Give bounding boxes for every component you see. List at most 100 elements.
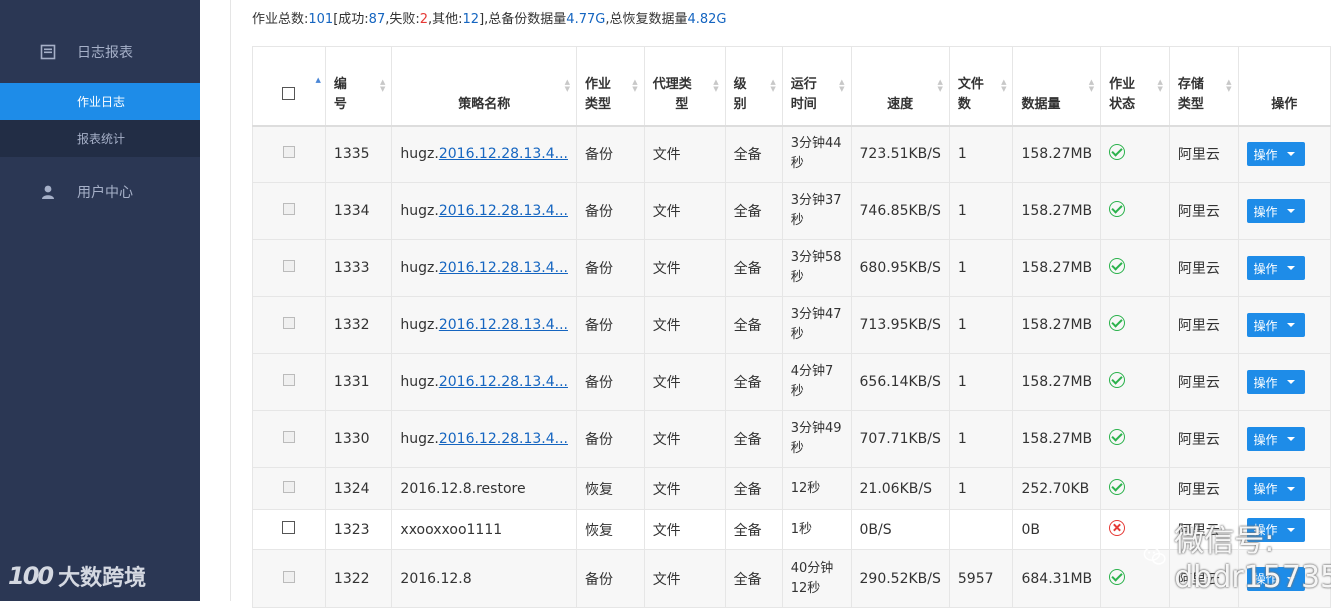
- row-checkbox[interactable]: [282, 203, 295, 215]
- policy-link[interactable]: 2016.12.28.13.4...: [439, 374, 568, 390]
- cell-level: 全备: [724, 467, 783, 510]
- policy-link[interactable]: 2016.12.28.13.4...: [439, 317, 568, 333]
- sort-icon[interactable]: ▲ ▼: [565, 79, 570, 93]
- cell-storage-type: 阿里云: [1168, 125, 1239, 183]
- cell-select[interactable]: [252, 125, 326, 183]
- action-dropdown-button[interactable]: 操作: [1246, 476, 1305, 501]
- caret-down-icon: [1286, 323, 1295, 327]
- policy-name: 2016.12.8.restore: [400, 480, 526, 497]
- sidebar-item-report-stats[interactable]: 报表统计: [0, 120, 200, 157]
- cell-select[interactable]: [252, 467, 326, 510]
- sort-icon[interactable]: ▲ ▼: [839, 79, 844, 93]
- action-dropdown-button[interactable]: 操作: [1246, 370, 1305, 394]
- policy-link[interactable]: 2016.12.28.13.4...: [439, 431, 568, 447]
- brand-logo-mark: 100: [8, 562, 54, 590]
- cell-job-type: 恢复: [575, 509, 645, 550]
- row-checkbox[interactable]: [282, 374, 295, 386]
- success-check-icon: [1109, 478, 1126, 495]
- row-checkbox[interactable]: [282, 317, 295, 329]
- action-dropdown-button[interactable]: 操作: [1246, 517, 1305, 542]
- cell-id: 1324: [324, 467, 393, 510]
- cell-policy-name: 2016.12.8: [391, 549, 577, 608]
- cell-job-type: 备份: [575, 182, 645, 240]
- cell-storage-type: 阿里云: [1168, 353, 1239, 411]
- summary-other: 12: [462, 12, 480, 27]
- action-dropdown-button[interactable]: 操作: [1246, 256, 1305, 280]
- cell-id: 1323: [324, 509, 393, 550]
- sort-icon[interactable]: ▲ ▼: [713, 79, 718, 93]
- nav-log-reports[interactable]: 日志报表: [0, 30, 200, 74]
- cell-agent-type: 文件: [643, 509, 726, 550]
- row-checkbox[interactable]: [282, 521, 296, 534]
- action-button-label: 操作: [1253, 147, 1278, 162]
- sort-icon[interactable]: ▲: [316, 77, 321, 84]
- sidebar-item-job-log[interactable]: 作业日志: [0, 83, 200, 120]
- policy-link[interactable]: 2016.12.28.13.4...: [439, 146, 568, 162]
- sort-icon[interactable]: ▲ ▼: [380, 79, 385, 93]
- header-id[interactable]: 编号 ▲ ▼: [324, 46, 393, 126]
- cell-level: 全备: [724, 410, 783, 468]
- policy-link[interactable]: 2016.12.28.13.4...: [439, 260, 568, 276]
- header-data-size[interactable]: 数据量 ▲ ▼: [1012, 46, 1102, 126]
- cell-speed: 656.14KB/S: [850, 353, 950, 411]
- cell-status: [1100, 125, 1170, 183]
- sort-icon[interactable]: ▲ ▼: [770, 79, 775, 93]
- row-checkbox[interactable]: [282, 146, 295, 159]
- header-job-type[interactable]: 作业 类型 ▲ ▼: [575, 46, 645, 126]
- cell-select[interactable]: [252, 410, 326, 468]
- summary-success: 87: [368, 12, 386, 27]
- sort-icon[interactable]: ▲ ▼: [1089, 79, 1094, 93]
- cell-data-size: 158.27MB: [1012, 353, 1102, 411]
- sort-icon[interactable]: ▲ ▼: [632, 79, 637, 93]
- header-speed[interactable]: 速度 ▲ ▼: [850, 46, 950, 126]
- row-checkbox[interactable]: [282, 260, 295, 272]
- policy-link[interactable]: 2016.12.28.13.4...: [439, 203, 568, 219]
- cell-storage-type: 阿里云: [1168, 239, 1239, 297]
- sort-icon[interactable]: ▲ ▼: [937, 79, 942, 93]
- action-dropdown-button[interactable]: 操作: [1246, 427, 1305, 451]
- cell-select[interactable]: [252, 549, 326, 608]
- header-agent-type[interactable]: 代理类 型 ▲ ▼: [643, 46, 726, 126]
- select-all-checkbox[interactable]: [282, 86, 296, 100]
- nav-log-reports-label: 日志报表: [77, 45, 133, 61]
- cell-run-time-part: 1秒: [790, 521, 813, 537]
- cell-status: [1100, 296, 1170, 354]
- header-run-time[interactable]: 运行 时间 ▲ ▼: [781, 46, 852, 126]
- header-file-count[interactable]: 文件数 ▲ ▼: [948, 46, 1014, 126]
- nav-user-center[interactable]: 用户中心: [0, 170, 200, 214]
- cell-policy-name: hugz.2016.12.28.13.4...: [391, 239, 577, 297]
- action-dropdown-button[interactable]: 操作: [1246, 566, 1305, 591]
- row-checkbox[interactable]: [282, 431, 295, 443]
- cell-select[interactable]: [252, 353, 326, 411]
- cell-select[interactable]: [252, 239, 326, 297]
- sort-icon[interactable]: ▲ ▼: [1158, 79, 1163, 93]
- cell-run-time: 4分钟7 秒: [781, 353, 852, 411]
- cell-job-type: 备份: [575, 296, 645, 354]
- cell-storage-type: 阿里云: [1168, 509, 1239, 550]
- cell-action: 操作: [1237, 509, 1331, 550]
- header-level[interactable]: 级别 ▲ ▼: [724, 46, 783, 126]
- cell-select[interactable]: [252, 296, 326, 354]
- cell-level: 全备: [724, 125, 783, 183]
- action-dropdown-button[interactable]: 操作: [1246, 142, 1305, 167]
- summary-total-label: 作业总数:: [252, 12, 309, 27]
- row-checkbox[interactable]: [282, 570, 295, 583]
- header-select-all[interactable]: ▲: [252, 46, 326, 126]
- sort-icon[interactable]: ▲ ▼: [1226, 79, 1231, 93]
- header-storage-type[interactable]: 存储 类型 ▲ ▼: [1168, 46, 1239, 126]
- action-dropdown-button[interactable]: 操作: [1246, 313, 1305, 337]
- policy-prefix: hugz.: [400, 203, 439, 219]
- action-dropdown-button[interactable]: 操作: [1246, 199, 1305, 223]
- cell-job-type: 恢复: [575, 467, 645, 510]
- header-policy-name[interactable]: 策略名称 ▲ ▼: [391, 46, 577, 126]
- cell-select[interactable]: [252, 182, 326, 240]
- cell-status: [1100, 467, 1170, 510]
- row-checkbox[interactable]: [282, 480, 295, 493]
- cell-run-time-part: 3分钟47: [790, 307, 842, 322]
- cell-speed: 0B/S: [850, 509, 950, 550]
- header-job-status[interactable]: 作业 状态 ▲ ▼: [1100, 46, 1170, 126]
- sort-icon[interactable]: ▲ ▼: [1001, 79, 1006, 93]
- cell-action: 操作: [1237, 353, 1331, 411]
- cell-select[interactable]: [252, 509, 326, 550]
- cell-file-count: 1: [948, 296, 1014, 354]
